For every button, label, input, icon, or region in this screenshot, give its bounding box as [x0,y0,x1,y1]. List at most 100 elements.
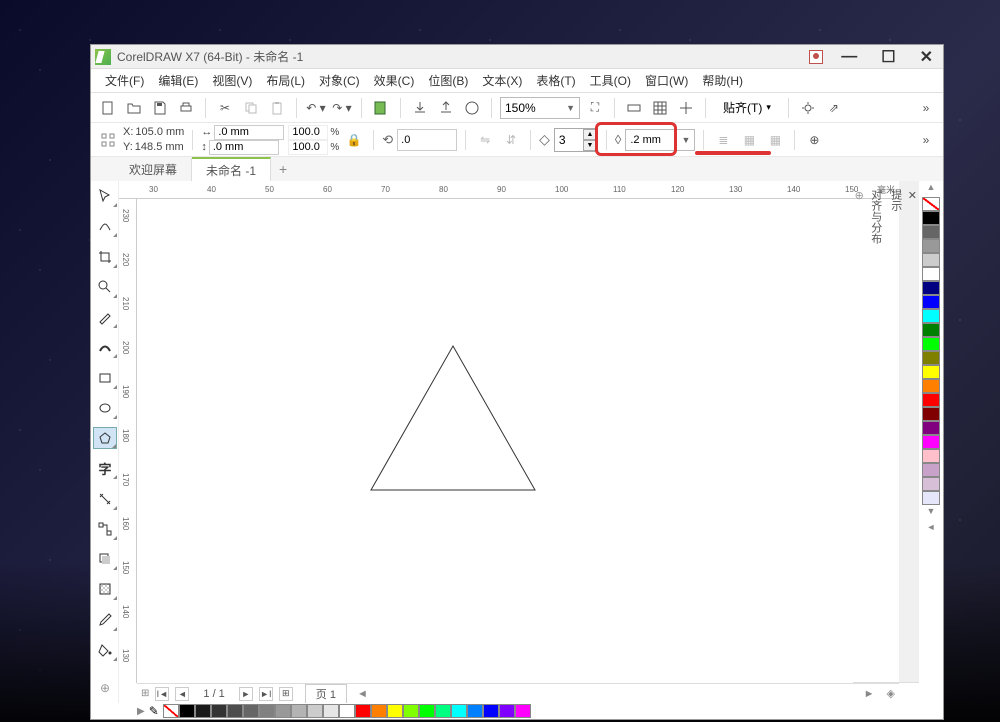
redo-icon[interactable]: ↷ ▾ [331,97,353,119]
color-swatch[interactable] [451,704,467,718]
color-swatch[interactable] [259,704,275,718]
polygon-sides-stepper[interactable]: ▲ ▼ [554,128,598,152]
color-swatch[interactable] [922,225,940,239]
palette-flyout-button[interactable]: ◄ [922,522,940,536]
freehand-tool[interactable] [93,306,117,328]
lock-ratio-icon[interactable]: 🔒 [343,129,365,151]
scale-y-input[interactable] [288,140,328,155]
paste-icon[interactable] [266,97,288,119]
convert-curves-icon[interactable]: ⊕ [803,129,825,151]
vertical-ruler[interactable]: 230220210200190180170160150140130 [119,199,137,683]
color-swatch[interactable] [387,704,403,718]
mirror-v-icon[interactable]: ⇵ [500,129,522,151]
sides-up-button[interactable]: ▲ [583,129,597,140]
new-icon[interactable] [97,97,119,119]
palette-up-button[interactable]: ▲ [922,182,940,196]
color-swatch[interactable] [922,449,940,463]
color-swatch[interactable] [243,704,259,718]
maximize-button[interactable]: ☐ [875,47,901,67]
quick-customize-icon[interactable]: ⊕ [93,677,117,699]
undo-icon[interactable]: ↶ ▾ [305,97,327,119]
overflow-icon[interactable]: » [915,129,937,151]
add-page-button[interactable]: ⊞ [279,687,293,701]
color-swatch[interactable] [922,477,940,491]
prev-page-button[interactable]: ◄ [175,687,189,701]
menu-bitmap[interactable]: 位图(B) [422,70,474,91]
canvas-viewport[interactable] [137,199,899,683]
rectangle-tool[interactable] [93,366,117,388]
rotation-input[interactable] [397,129,457,151]
menu-file[interactable]: 文件(F) [99,70,150,91]
polygon-tool[interactable] [93,427,117,449]
color-swatch[interactable] [922,295,940,309]
color-swatch[interactable] [371,704,387,718]
color-swatch[interactable] [922,463,940,477]
docker-hints[interactable]: 提示 [886,181,906,683]
color-swatch[interactable] [275,704,291,718]
triangle-shape[interactable] [363,340,543,500]
color-swatch[interactable] [922,239,940,253]
import-icon[interactable] [409,97,431,119]
color-swatch[interactable] [227,704,243,718]
menu-window[interactable]: 窗口(W) [639,70,694,91]
first-page-button[interactable]: I◄ [155,687,169,701]
docker-align[interactable]: 对齐与分布 [866,181,886,683]
color-swatch[interactable] [922,365,940,379]
color-swatch[interactable] [922,351,940,365]
eyedropper-tool[interactable] [93,608,117,630]
mirror-h-icon[interactable]: ⇋ [474,129,496,151]
zoom-level-select[interactable]: 150% ▼ [500,97,580,119]
color-swatch[interactable] [922,491,940,505]
open-icon[interactable] [123,97,145,119]
color-swatch[interactable] [922,379,940,393]
color-swatch[interactable] [922,421,940,435]
ellipse-tool[interactable] [93,397,117,419]
palette-down-button[interactable]: ▼ [922,506,940,520]
color-swatch[interactable] [339,704,355,718]
close-docker-icon[interactable]: ✕ [906,181,919,683]
options-icon[interactable] [797,97,819,119]
color-swatch[interactable] [499,704,515,718]
color-swatch[interactable] [922,211,940,225]
wrap-text-icon[interactable]: ≣ [712,129,734,151]
print-icon[interactable] [175,97,197,119]
crop-tool[interactable] [93,245,117,267]
sides-input[interactable] [555,129,583,151]
color-swatch[interactable] [307,704,323,718]
launch-icon[interactable]: ⇗ [823,97,845,119]
color-swatch[interactable] [211,704,227,718]
color-swatch[interactable] [291,704,307,718]
tab-welcome[interactable]: 欢迎屏幕 [115,158,192,181]
no-fill-swatch[interactable] [922,197,940,211]
scale-x-input[interactable] [288,125,328,140]
color-swatch[interactable] [467,704,483,718]
color-swatch[interactable] [922,267,940,281]
parallel-dim-tool[interactable] [93,487,117,509]
menu-help[interactable]: 帮助(H) [696,70,749,91]
color-swatch[interactable] [922,407,940,421]
artistic-media-tool[interactable] [93,336,117,358]
menu-layout[interactable]: 布局(L) [260,70,311,91]
user-account-icon[interactable] [809,50,823,64]
color-swatch[interactable] [355,704,371,718]
cut-icon[interactable]: ✂ [214,97,236,119]
snap-to-button[interactable]: 贴齐(T)▾ [714,97,780,119]
overflow-icon[interactable]: » [915,97,937,119]
color-swatch[interactable] [483,704,499,718]
color-swatch[interactable] [922,393,940,407]
menu-edit[interactable]: 编辑(E) [152,70,204,91]
color-swatch[interactable] [179,704,195,718]
ruler-icon[interactable] [623,97,645,119]
copy-icon[interactable] [240,97,262,119]
fill-tool[interactable] [93,639,117,661]
units-icon[interactable] [97,129,119,151]
save-icon[interactable] [149,97,171,119]
eyedropper-icon[interactable]: ✎ [149,704,159,718]
sides-down-button[interactable]: ▼ [583,140,597,151]
menu-table[interactable]: 表格(T) [530,70,581,91]
pick-tool[interactable] [93,185,117,207]
add-docker-icon[interactable]: ⊕ [853,181,866,683]
color-swatch[interactable] [922,337,940,351]
width-input[interactable] [214,125,284,140]
color-swatch[interactable] [195,704,211,718]
